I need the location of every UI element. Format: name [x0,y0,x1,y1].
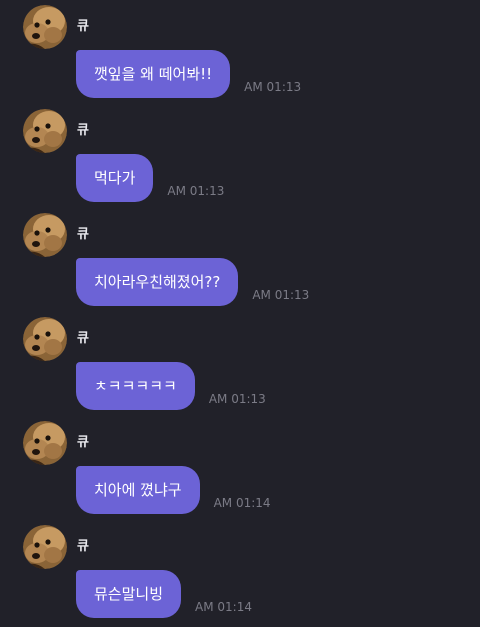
message-group: 큐 치아에 꼈냐구 AM 01:14 [0,416,480,520]
message-group: 큐 치아라우친해졌어?? AM 01:13 [0,208,480,312]
message-group: 큐 ㅊㅋㅋㅋㅋㅋ AM 01:13 [0,312,480,416]
message-group: 큐 뮤슨말니빙 AM 01:14 [0,520,480,624]
message-bubble[interactable]: 깻잎을 왜 떼어봐!! [76,50,231,98]
message-bubble[interactable]: 치아라우친해졌어?? [76,258,239,306]
message-bubble[interactable]: 치아에 꼈냐구 [76,466,200,514]
sender-name: 큐 [77,331,89,346]
message-time: AM 01:14 [213,496,271,510]
dog-avatar-icon[interactable] [23,109,67,153]
sender-name: 큐 [77,435,89,450]
message-time: AM 01:13 [252,288,310,302]
message-bubble[interactable]: 뮤슨말니빙 [76,570,182,618]
message-time: AM 01:13 [244,80,302,94]
message-time: AM 01:13 [167,184,225,198]
dog-avatar-icon[interactable] [23,317,67,361]
message-time: AM 01:14 [195,600,252,614]
dog-avatar-icon[interactable] [23,5,67,49]
message-bubble[interactable]: ㅊㅋㅋㅋㅋㅋ [76,362,195,410]
sender-name: 큐 [77,539,89,554]
dog-avatar-icon[interactable] [23,421,67,465]
sender-name: 큐 [77,19,89,34]
sender-name: 큐 [77,227,89,242]
message-bubble[interactable]: 먹다가 [76,154,154,202]
chat-log: 큐 깻잎을 왜 떼어봐!! AM 01:13 큐 먹다가 AM 01:13 큐 … [0,0,480,627]
message-group: 큐 깻잎을 왜 떼어봐!! AM 01:13 [0,0,480,104]
dog-avatar-icon[interactable] [23,213,67,257]
sender-name: 큐 [77,123,89,138]
dog-avatar-icon[interactable] [23,525,67,569]
message-time: AM 01:13 [208,392,266,406]
message-group: 큐 먹다가 AM 01:13 [0,104,480,208]
